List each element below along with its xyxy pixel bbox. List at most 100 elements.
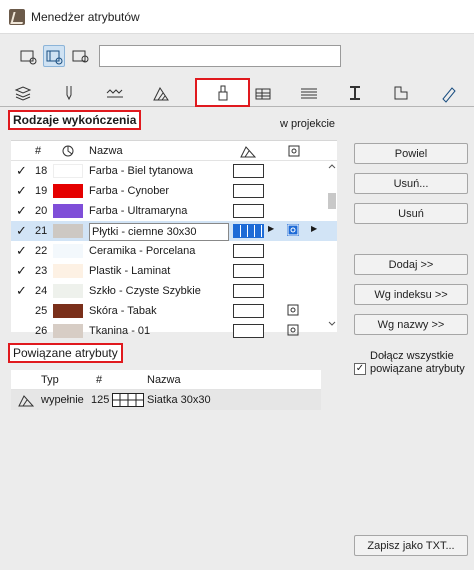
row-num: 23 [35,265,48,277]
texture-column-icon [288,145,300,157]
fill-column-icon [240,146,256,158]
fill-pattern-swatch[interactable] [233,224,264,238]
header-name: Nazwa [89,145,123,157]
tab-fills[interactable] [138,78,184,107]
list-row[interactable]: 26 Tkanina - 01 [11,321,337,341]
save-txt-button[interactable]: Zapisz jako TXT... [354,535,468,556]
list-row[interactable]: 25 Skóra - Tabak [11,301,337,321]
tab-profiles[interactable] [286,78,332,107]
window-title: Menedżer atrybutów [31,10,140,24]
related-header-name: Nazwa [147,374,181,386]
by-index-button[interactable]: Wg indeksu >> [354,284,468,305]
related-header: Typ # Nazwa [11,370,321,390]
row-num: 22 [35,245,48,257]
list-row[interactable]: ✓ 22 Ceramika - Porcelana [11,241,337,261]
row-name: Farba - Ultramaryna [89,205,188,217]
in-project-check: ✓ [16,243,27,258]
composite-icon [255,88,271,99]
list-row[interactable]: ✓ 18 Farba - Biel tytanowa [11,161,337,181]
scroll-thumb[interactable] [328,193,336,209]
row-num: 20 [35,205,48,217]
duplicate-button[interactable]: Powiel [354,143,468,164]
texture-icon [287,324,299,336]
related-title: Powiązane atrybuty [8,343,123,363]
row-num: 18 [35,165,48,177]
fill-pattern-swatch [233,244,264,258]
list-row[interactable]: ✓ 24 Szkło - Czyste Szybkie [11,281,337,301]
tab-building-materials[interactable] [378,78,424,107]
tab-zones[interactable] [332,78,378,107]
fill-pattern-swatch [233,324,264,338]
texture-icon [287,304,299,316]
list-row[interactable]: ✓ 21 Płytki - ciemne 30x30 ▶ ▶ [11,221,337,241]
in-project-check: ✓ [16,163,27,178]
section-title: Rodzaje wykończenia [8,110,142,130]
scroll-down-icon[interactable] [327,320,337,328]
list-row[interactable]: ✓ 23 Plastik - Laminat [11,261,337,281]
color-swatch [53,304,83,318]
tab-pens[interactable] [46,78,92,107]
color-column-icon [62,145,74,157]
color-swatch [53,184,83,198]
list-scrollbar[interactable] [327,140,337,332]
add-button[interactable]: Dodaj >> [354,254,468,275]
tab-composites[interactable] [240,78,286,107]
in-project-check: ✓ [16,223,27,238]
row-name: Tkanina - 01 [89,325,151,337]
row-num: 26 [35,325,48,337]
related-name: Siatka 30x30 [147,394,211,406]
texture-arrow-icon[interactable]: ▶ [311,224,317,233]
in-project-check: ✓ [16,283,27,298]
fill-pattern-swatch [233,204,264,218]
color-swatch [53,324,83,338]
by-name-button[interactable]: Wg nazwy >> [354,314,468,335]
row-name: Ceramika - Porcelana [89,245,196,257]
tab-layers[interactable] [0,78,46,107]
tab-line-types[interactable] [92,78,138,107]
related-num: 125 [91,394,110,406]
include-related-checkbox[interactable]: ✓ [354,363,366,375]
related-row[interactable]: wypełnie 125 Siatka 30x30 [11,390,321,410]
row-name: Farba - Cynober [89,185,170,197]
row-num: 21 [35,225,48,237]
building-material-icon [394,86,408,99]
row-name: Plastik - Laminat [89,265,171,277]
include-related-label: Dołącz wszystkie powiązane atrybuty [370,350,465,375]
grid-pattern-swatch [112,393,144,407]
attribute-tabs [0,78,474,107]
in-project-check: ✓ [16,203,27,218]
search-input[interactable] [99,45,341,67]
fill-arrow-icon[interactable]: ▶ [268,224,274,233]
color-swatch [53,284,83,298]
related-header-type: Typ [41,374,59,386]
fill-pattern-swatch [233,264,264,278]
row-name: Farba - Biel tytanowa [89,165,193,177]
list-row[interactable]: ✓ 20 Farba - Ultramaryna [11,201,337,221]
delete-button[interactable]: Usuń [354,203,468,224]
tab-markers[interactable] [424,78,474,107]
pen-icon [66,85,72,100]
in-project-label: w projekcie [280,118,336,130]
fill-pattern-swatch [233,164,264,178]
view-search-button[interactable] [69,45,91,67]
view-list-search-button[interactable] [43,45,65,67]
line-type-icon [106,88,123,97]
related-header-num: # [96,374,103,386]
delete-dialog-button[interactable]: Usuń... [354,173,468,194]
texture-icon [287,224,299,236]
scroll-up-icon[interactable] [327,162,337,170]
fill-icon [153,86,169,100]
fill-pattern-swatch [233,184,264,198]
row-num: 25 [35,305,48,317]
color-swatch [53,164,83,178]
list-row[interactable]: ✓ 19 Farba - Cynober [11,181,337,201]
app-icon [9,9,25,25]
title-bar: Menedżer atrybutów [0,0,474,34]
fill-pattern-swatch [233,284,264,298]
related-list: Typ # Nazwa wypełnie 125 Siatka 30x30 [11,370,321,410]
marker-icon [442,86,456,103]
color-swatch [53,204,83,218]
row-name[interactable]: Płytki - ciemne 30x30 [89,223,229,241]
surface-icon [218,85,227,100]
view-list-button[interactable] [17,45,39,67]
